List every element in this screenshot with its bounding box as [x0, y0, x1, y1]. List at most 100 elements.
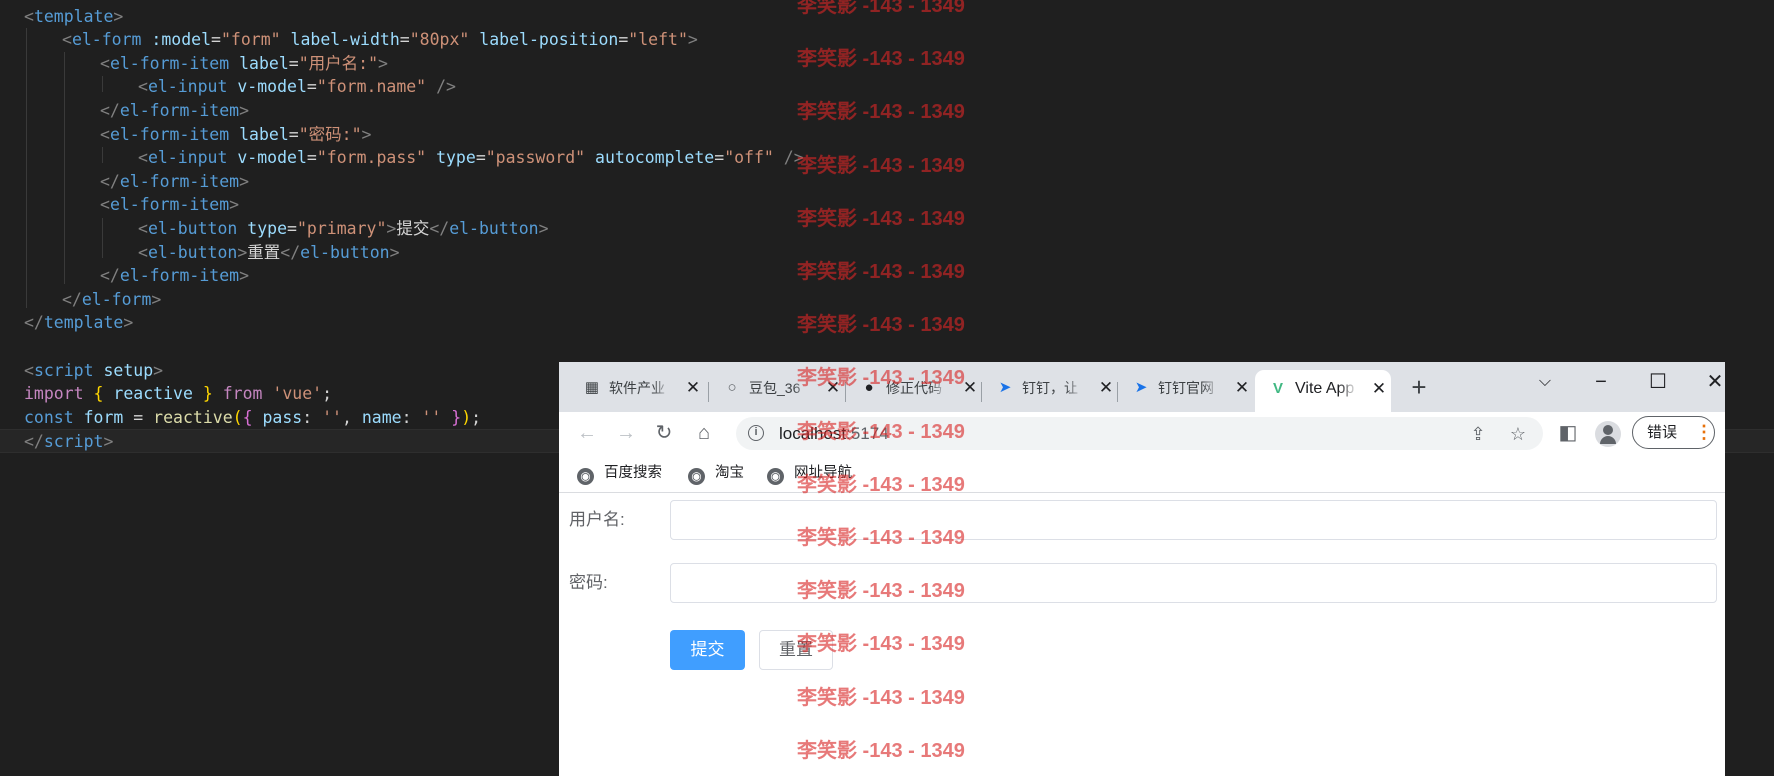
browser-tab[interactable]: ▦ 软件产业 ✕: [569, 372, 701, 402]
tab-search-button[interactable]: ⌵: [1525, 368, 1565, 396]
code-token: >: [151, 289, 162, 309]
code-text: </el-form-item>: [100, 99, 249, 123]
code-token: <: [100, 195, 110, 215]
code-token: </: [24, 432, 44, 452]
code-token: >: [386, 218, 397, 238]
code-token: "80px": [409, 30, 470, 50]
code-token: '': [421, 407, 442, 427]
code-text: <el-button>重置</el-button>: [138, 241, 400, 265]
code-token: el-form-item: [119, 100, 240, 120]
code-token: script: [33, 360, 94, 380]
watermark-text: 李笑影 -143 - 1349: [797, 420, 965, 443]
code-token: <: [100, 124, 110, 144]
code-token: :model: [151, 30, 212, 50]
code-token: 重置: [247, 242, 281, 262]
forward-button[interactable]: →: [612, 420, 640, 446]
browser-tab[interactable]: ➤ 钉钉官网 ✕: [1118, 372, 1250, 402]
code-token: </: [24, 313, 44, 333]
code-token: >: [361, 124, 372, 144]
code-token: el-input: [147, 77, 228, 97]
close-icon[interactable]: ✕: [1371, 379, 1387, 399]
code-token: 'vue': [272, 384, 323, 404]
back-button[interactable]: ←: [573, 420, 601, 446]
code-text: </script>: [24, 430, 113, 454]
code-token: >: [237, 242, 248, 262]
code-token: reactive: [113, 384, 193, 404]
code-token: pass: [262, 407, 303, 427]
code-token: :: [401, 407, 422, 427]
close-icon[interactable]: ✕: [685, 378, 701, 398]
browser-tab-active[interactable]: V Vite App ✕: [1255, 370, 1391, 412]
side-panel-icon[interactable]: ◧: [1554, 420, 1582, 446]
code-token: </: [429, 218, 450, 238]
code-token: '': [322, 407, 342, 427]
watermark-text: 李笑影 -143 - 1349: [797, 48, 965, 71]
code-token: ;: [322, 384, 333, 404]
code-token: =: [714, 148, 725, 168]
share-icon[interactable]: ⇪: [1466, 422, 1490, 446]
code-token: "left": [628, 30, 688, 50]
code-token: el-form-item: [109, 195, 230, 215]
close-icon[interactable]: ✕: [1234, 378, 1250, 398]
browser-tab[interactable]: ➤ 钉钉，让 ✕: [982, 372, 1114, 402]
reload-button[interactable]: ↻: [650, 420, 678, 446]
watermark-text: 李笑影 -143 - 1349: [797, 686, 965, 709]
close-icon[interactable]: ✕: [1098, 378, 1114, 398]
code-token: el-form: [81, 289, 152, 309]
profile-avatar[interactable]: [1595, 421, 1621, 447]
code-token: <: [138, 242, 148, 262]
code-token: <: [24, 6, 34, 26]
bookmark-item[interactable]: ◉ 百度搜索: [577, 462, 662, 485]
globe-icon: ◉: [577, 468, 594, 485]
site-info-icon[interactable]: i: [748, 425, 764, 441]
new-tab-button[interactable]: +: [1404, 373, 1434, 403]
tab-strip: ▦ 软件产业 ✕ ○ 豆包_36 ✕ ● 修正代码 ✕ ➤ 钉钉，让 ✕ ➤ 钉…: [559, 362, 1725, 412]
watermark-text: 李笑影 -143 - 1349: [797, 207, 965, 230]
bookmark-star-icon[interactable]: ☆: [1506, 422, 1530, 446]
code-token: ): [461, 407, 472, 427]
code-token: </: [62, 289, 82, 309]
code-token: ,: [341, 407, 362, 427]
bookmark-item[interactable]: ◉ 淘宝: [688, 462, 744, 485]
code-token: (: [232, 407, 243, 427]
code-token: <: [100, 53, 110, 73]
dingtalk-favicon-icon: ➤: [998, 379, 1012, 396]
code-text: </el-form-item>: [100, 170, 249, 194]
code-token: "密码:": [298, 124, 362, 144]
globe-icon: ◉: [688, 468, 705, 485]
minimize-button[interactable]: −: [1581, 368, 1621, 396]
close-window-button[interactable]: ✕: [1695, 368, 1725, 396]
maximize-button[interactable]: ☐: [1638, 368, 1678, 396]
code-text: <template>: [24, 5, 123, 29]
code-token: >: [239, 100, 250, 120]
code-line: <el-input v-model="form.name" />: [0, 75, 1774, 99]
submit-button[interactable]: 提交: [670, 630, 745, 670]
code-token: =: [306, 148, 317, 168]
watermark-text: 李笑影 -143 - 1349: [797, 261, 965, 283]
code-token: form: [83, 407, 124, 427]
bookmark-label: 百度搜索: [604, 465, 662, 481]
code-text: const form = reactive({ pass: '', name: …: [24, 406, 481, 430]
code-token: =: [211, 30, 221, 50]
bookmark-label: 淘宝: [715, 465, 744, 481]
page-content: 用户名: 密码: 提交 重置: [559, 493, 1725, 776]
code-token: const: [24, 407, 74, 427]
code-token: >: [687, 30, 698, 50]
code-token: <: [138, 77, 148, 97]
home-button[interactable]: ⌂: [690, 420, 718, 446]
dingtalk-favicon-icon: ➤: [1134, 379, 1148, 396]
code-text: <el-input v-model="form.name" />: [138, 75, 456, 99]
watermark-text: 李笑影 -143 - 1349: [797, 314, 965, 337]
code-token: "form.name": [316, 77, 427, 97]
code-token: >: [538, 218, 549, 238]
tab-label: 软件产业: [609, 379, 671, 397]
code-text: <script setup>: [24, 359, 163, 383]
code-text: <el-form-item label="密码:">: [100, 123, 371, 147]
code-text: <el-form-item label="用户名:">: [100, 52, 388, 76]
error-button[interactable]: 错误 ⋮: [1632, 416, 1715, 449]
